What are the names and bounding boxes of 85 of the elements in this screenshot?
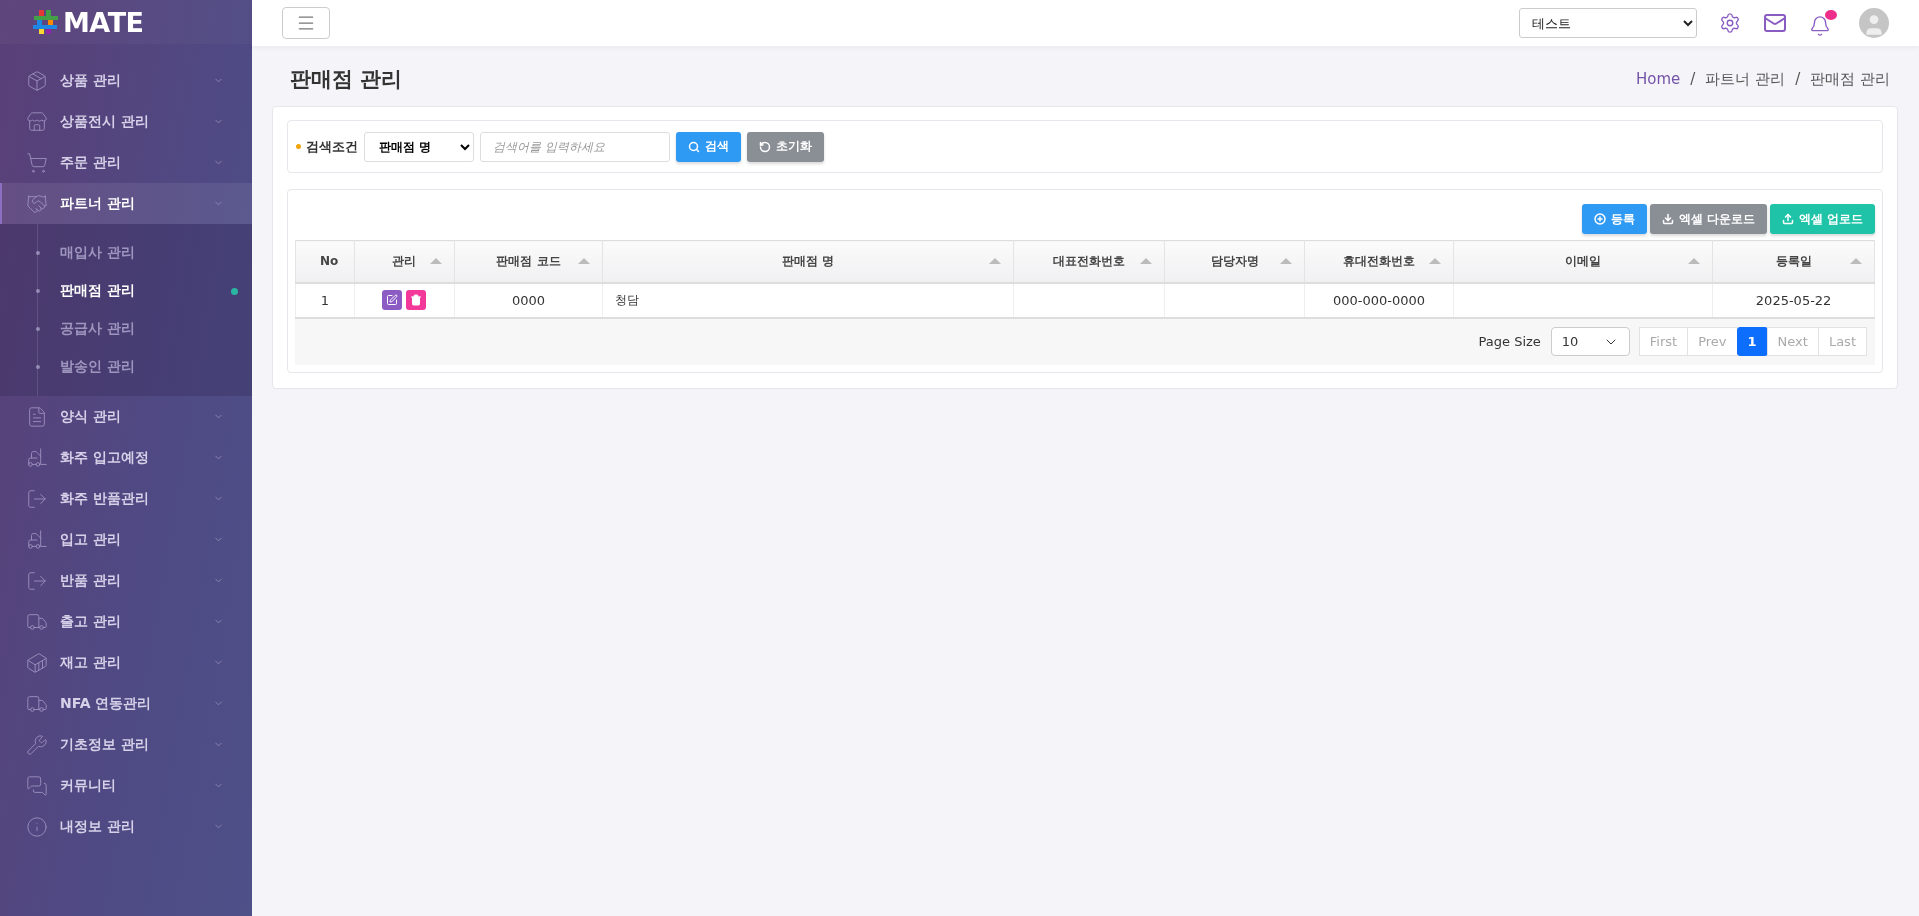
- search-icon: [688, 140, 700, 153]
- store-icon: [26, 110, 48, 133]
- sidebar-item[interactable]: 상품 관리: [0, 60, 252, 101]
- sidebar-item[interactable]: 화주 반품관리: [0, 478, 252, 519]
- sort-icon: [1280, 258, 1293, 265]
- search-input[interactable]: 검색어를 입력하세요: [480, 131, 670, 162]
- column-header[interactable]: 등록일: [1712, 240, 1875, 283]
- sort-icon: [578, 258, 591, 265]
- download-icon: [1661, 213, 1674, 225]
- sidebar-item[interactable]: 출고 관리: [0, 601, 252, 642]
- breadcrumb-link[interactable]: Home: [1636, 70, 1681, 88]
- container-icon: [26, 651, 48, 674]
- submenu-item[interactable]: 공급사 관리: [0, 310, 252, 348]
- sort-icon: [988, 258, 1001, 265]
- sidebar-item[interactable]: NFA 연동관리: [0, 683, 252, 724]
- logo-text: MATE: [63, 6, 144, 38]
- breadcrumb-separator: /: [1690, 70, 1696, 88]
- search-button[interactable]: 검색: [676, 131, 741, 162]
- trash-icon: [410, 294, 423, 306]
- sidebar-item[interactable]: 내정보 관리: [0, 806, 252, 847]
- download-button[interactable]: 엑셀 다운로드: [1649, 204, 1767, 234]
- sidebar-item[interactable]: 반품 관리: [0, 560, 252, 601]
- table-cell: 청담: [615, 292, 640, 307]
- table-cell: 2025-05-22: [1755, 292, 1832, 308]
- sidebar-item[interactable]: 화주 입고예정: [0, 437, 252, 478]
- reset-button[interactable]: 초기화: [747, 131, 824, 162]
- edit-button[interactable]: [382, 290, 403, 310]
- search-label: 검색조건: [296, 137, 358, 156]
- cart-icon: [26, 151, 48, 174]
- column-header[interactable]: 이메일: [1453, 240, 1713, 283]
- sidebar-item[interactable]: 커뮤니티: [0, 765, 252, 806]
- breadcrumb-item[interactable]: 파트너 관리: [1705, 69, 1786, 89]
- upload-icon: [1781, 213, 1794, 225]
- column-header[interactable]: 판매점 코드: [454, 240, 603, 283]
- logo-hash-icon: [33, 9, 59, 35]
- plus-icon: [1593, 213, 1606, 225]
- table-cell: 0000: [512, 292, 546, 308]
- submenu-item[interactable]: 판매점 관리: [0, 272, 252, 310]
- settings-icon[interactable]: [1719, 12, 1741, 34]
- column-header[interactable]: 휴대전화번호: [1304, 240, 1454, 283]
- sidebar-item[interactable]: 기초정보 관리: [0, 724, 252, 765]
- sort-icon: [1140, 258, 1153, 265]
- menu-toggle-button[interactable]: [282, 7, 330, 39]
- delete-button[interactable]: [406, 290, 427, 310]
- sidebar-item[interactable]: 주문 관리: [0, 142, 252, 183]
- add-button[interactable]: 등록: [1581, 204, 1647, 234]
- forklift-icon: [26, 528, 48, 551]
- forklift-icon: [26, 446, 48, 469]
- page-button[interactable]: 1: [1736, 327, 1768, 356]
- sidebar-item[interactable]: 양식 관리: [0, 396, 252, 437]
- handshake-icon: [26, 192, 48, 215]
- sort-icon: [429, 258, 442, 265]
- bell-icon[interactable]: [1809, 9, 1837, 37]
- breadcrumb-item: 판매점 관리: [1810, 69, 1890, 89]
- edit-icon: [386, 294, 399, 306]
- sidebar-item[interactable]: 재고 관리: [0, 642, 252, 683]
- wrench-icon: [26, 733, 48, 756]
- chat-icon: [26, 774, 48, 797]
- document-icon: [26, 405, 48, 428]
- reset-icon: [759, 140, 771, 153]
- column-header[interactable]: 담당자명: [1164, 240, 1305, 283]
- sidebar-item[interactable]: 파트너 관리: [0, 183, 252, 224]
- page-size-label: Page Size: [1478, 334, 1541, 349]
- submenu-item[interactable]: 매입사 관리: [0, 234, 252, 272]
- active-dot: [231, 287, 238, 295]
- column-header: No: [295, 240, 355, 283]
- search-field-select[interactable]: 판매점 명: [364, 131, 474, 162]
- sidebar-item[interactable]: 입고 관리: [0, 519, 252, 560]
- sidebar-item[interactable]: 상품전시 관리: [0, 101, 252, 142]
- table-cell: 000-000-0000: [1332, 292, 1425, 308]
- sort-icon: [1850, 258, 1862, 265]
- table-cell: 1: [320, 292, 330, 308]
- box-icon: [26, 69, 48, 92]
- column-header[interactable]: 관리: [354, 240, 455, 283]
- breadcrumb-separator: /: [1795, 70, 1801, 88]
- sort-icon: [1688, 258, 1701, 265]
- sort-icon: [1428, 258, 1441, 265]
- info-icon: [26, 815, 48, 838]
- company-select[interactable]: 테스트: [1519, 8, 1697, 38]
- column-header[interactable]: 대표전화번호: [1013, 240, 1165, 283]
- submenu-item[interactable]: 발송인 관리: [0, 348, 252, 386]
- column-header[interactable]: 판매점 명: [602, 240, 1014, 283]
- page-size-select[interactable]: 10: [1550, 327, 1630, 356]
- page-title: 판매점 관리: [290, 66, 403, 93]
- mail-icon[interactable]: [1763, 11, 1787, 35]
